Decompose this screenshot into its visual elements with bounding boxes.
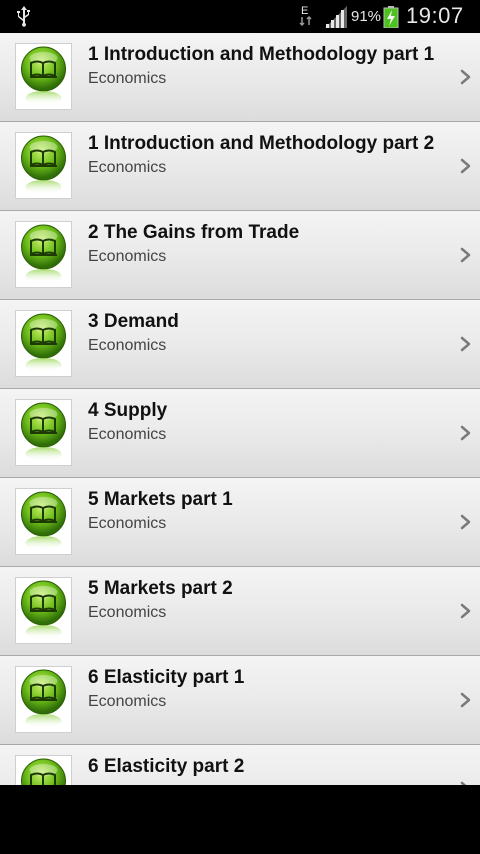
item-title: 1 Introduction and Methodology part 2 — [88, 133, 435, 154]
list-item-4[interactable]: 3 Demand Economics — [0, 300, 480, 389]
book-icon — [21, 402, 66, 461]
book-icon — [21, 46, 66, 105]
battery-percent: 91% — [351, 8, 382, 25]
thumbnail — [15, 755, 72, 785]
thumbnail — [15, 310, 72, 377]
item-subtitle: Economics — [88, 426, 167, 443]
book-icon — [21, 224, 66, 283]
list-item-9[interactable]: 6 Elasticity part 2 — [0, 745, 480, 785]
clock: 19:07 — [406, 3, 464, 28]
chevron-right-icon — [460, 692, 471, 708]
signal-icon — [325, 6, 347, 28]
data-transfer-icon: E — [299, 5, 312, 27]
item-title: 2 The Gains from Trade — [88, 222, 300, 243]
book-icon — [21, 313, 66, 372]
status-bar: E 91% 19:07 — [0, 0, 480, 33]
chevron-right-icon — [460, 336, 471, 352]
chevron-right-icon — [460, 425, 471, 441]
list-item-8[interactable]: 6 Elasticity part 1 Economics — [0, 656, 480, 745]
item-subtitle: Economics — [88, 515, 167, 532]
item-title: 6 Elasticity part 1 — [88, 667, 245, 688]
list-item-6[interactable]: 5 Markets part 1 Economics — [0, 478, 480, 567]
list-item-5[interactable]: 4 Supply Economics — [0, 389, 480, 478]
item-subtitle: Economics — [88, 70, 167, 87]
item-title: 4 Supply — [88, 400, 168, 421]
thumbnail — [15, 43, 72, 110]
book-icon — [21, 580, 66, 639]
list-item-3[interactable]: 2 The Gains from Trade Economics — [0, 211, 480, 300]
chevron-right-icon — [460, 158, 471, 174]
battery-charging-icon — [383, 6, 399, 28]
chevron-right-icon — [460, 247, 471, 263]
thumbnail — [15, 399, 72, 466]
book-icon — [21, 135, 66, 194]
item-subtitle: Economics — [88, 337, 167, 354]
usb-icon — [17, 6, 30, 27]
thumbnail — [15, 488, 72, 555]
item-title: 6 Elasticity part 2 — [88, 756, 245, 777]
item-title: 1 Introduction and Methodology part 1 — [88, 44, 435, 65]
book-icon — [21, 758, 66, 785]
item-subtitle: Economics — [88, 159, 167, 176]
lecture-list: 1 Introduction and Methodology part 1 Ec… — [0, 33, 480, 785]
thumbnail — [15, 221, 72, 288]
data-indicator-letter: E — [301, 5, 308, 17]
chevron-right-icon — [460, 514, 471, 530]
item-subtitle: Economics — [88, 604, 167, 621]
item-title: 5 Markets part 2 — [88, 578, 233, 599]
item-subtitle: Economics — [88, 248, 167, 265]
chevron-right-icon — [460, 781, 467, 785]
list-item-7[interactable]: 5 Markets part 2 Economics — [0, 567, 480, 656]
list-item-2[interactable]: 1 Introduction and Methodology part 2 Ec… — [0, 122, 480, 211]
item-subtitle: Economics — [88, 693, 167, 710]
thumbnail — [15, 132, 72, 199]
item-title: 5 Markets part 1 — [88, 489, 233, 510]
chevron-right-icon — [460, 603, 471, 619]
item-title: 3 Demand — [88, 311, 179, 332]
thumbnail — [15, 577, 72, 644]
list-item-1[interactable]: 1 Introduction and Methodology part 1 Ec… — [0, 33, 480, 122]
chevron-right-icon — [460, 69, 471, 85]
thumbnail — [15, 666, 72, 733]
book-icon — [21, 669, 66, 728]
book-icon — [21, 491, 66, 550]
